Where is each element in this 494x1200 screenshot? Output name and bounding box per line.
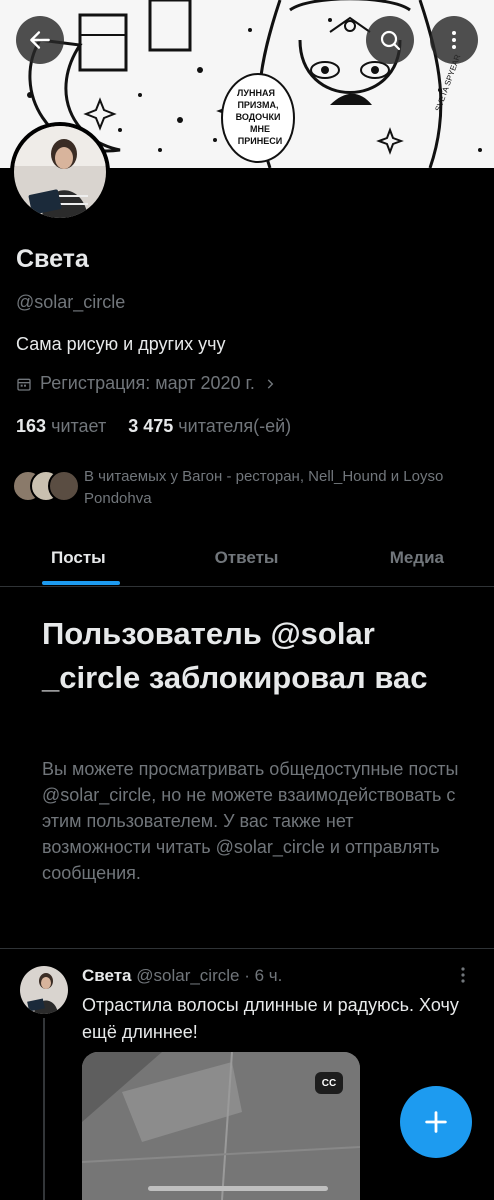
speech-line-2: ПРИЗМА, <box>237 100 278 110</box>
plus-icon <box>425 1111 447 1133</box>
back-button[interactable] <box>16 16 64 64</box>
profile-name: Света <box>16 245 89 273</box>
following-count: 163 <box>16 416 47 436</box>
post-more-button[interactable] <box>460 966 466 989</box>
profile-handle: @solar_circle <box>16 292 126 312</box>
search-icon <box>380 30 401 51</box>
compose-post-button[interactable] <box>400 1086 472 1158</box>
followers-count: 3 475 <box>128 416 174 436</box>
profile-avatar[interactable] <box>10 122 110 222</box>
more-vertical-icon <box>461 967 465 983</box>
post-text: Отрастила волосы длинные и радуюсь. Хочу… <box>82 995 459 1042</box>
avatar-photo <box>14 126 106 218</box>
followers-you-know-text: В читаемых у Вагон - ресторан, Nell_Houn… <box>84 468 444 507</box>
profile-tabs: Посты Ответы Медиа <box>0 530 494 587</box>
follow-stats: 163 читает 3 475 читателя(-ей) <box>16 416 291 437</box>
joined-date: Регистрация: март 2020 г. <box>40 373 255 393</box>
profile-bio: Сама рисую и других учу <box>16 334 226 354</box>
calendar-icon <box>17 378 31 391</box>
tab-posts[interactable]: Посты <box>0 530 164 586</box>
speech-line-4: МНЕ <box>250 124 270 134</box>
speech-line-5: ПРИНЕСИ <box>238 136 282 146</box>
gesture-home-bar[interactable] <box>148 1186 328 1191</box>
divider <box>0 948 494 949</box>
following-label: читает <box>51 416 107 436</box>
followers-you-know[interactable]: В читаемых у Вагон - ресторан, Nell_Houn… <box>12 466 464 510</box>
chevron-right-icon <box>267 378 274 389</box>
back-arrow-icon <box>30 31 50 49</box>
thread-line <box>43 1018 45 1200</box>
followers-label: читателя(-ей) <box>178 416 292 436</box>
followers-you-know-avatars <box>12 466 80 502</box>
post-header: Света @solar_circle · 6 ч. <box>82 966 282 986</box>
post-author-name[interactable]: Света <box>82 966 132 985</box>
speech-line-1: ЛУННАЯ <box>237 88 275 98</box>
search-button[interactable] <box>366 16 414 64</box>
joined-date-row[interactable]: Регистрация: март 2020 г. <box>16 373 277 394</box>
more-options-button[interactable] <box>430 16 478 64</box>
blocked-title: Пользователь @solar _circle заблокировал… <box>42 616 428 695</box>
post-meta: @solar_circle · 6 ч. <box>136 966 283 985</box>
tab-media[interactable]: Медиа <box>329 530 494 586</box>
speech-line-3: ВОДОЧКИ <box>236 112 281 122</box>
blocked-description: Вы можете просматривать общедоступные по… <box>42 759 459 883</box>
active-tab-indicator <box>42 581 120 585</box>
tab-replies[interactable]: Ответы <box>164 530 329 586</box>
following-link[interactable]: 163 читает <box>16 416 106 437</box>
followers-link[interactable]: 3 475 читателя(-ей) <box>128 416 291 437</box>
closed-captions-icon[interactable]: CC <box>315 1072 343 1094</box>
more-vertical-icon <box>452 31 456 49</box>
avatar <box>48 470 80 502</box>
post-author-avatar[interactable] <box>20 966 68 1014</box>
